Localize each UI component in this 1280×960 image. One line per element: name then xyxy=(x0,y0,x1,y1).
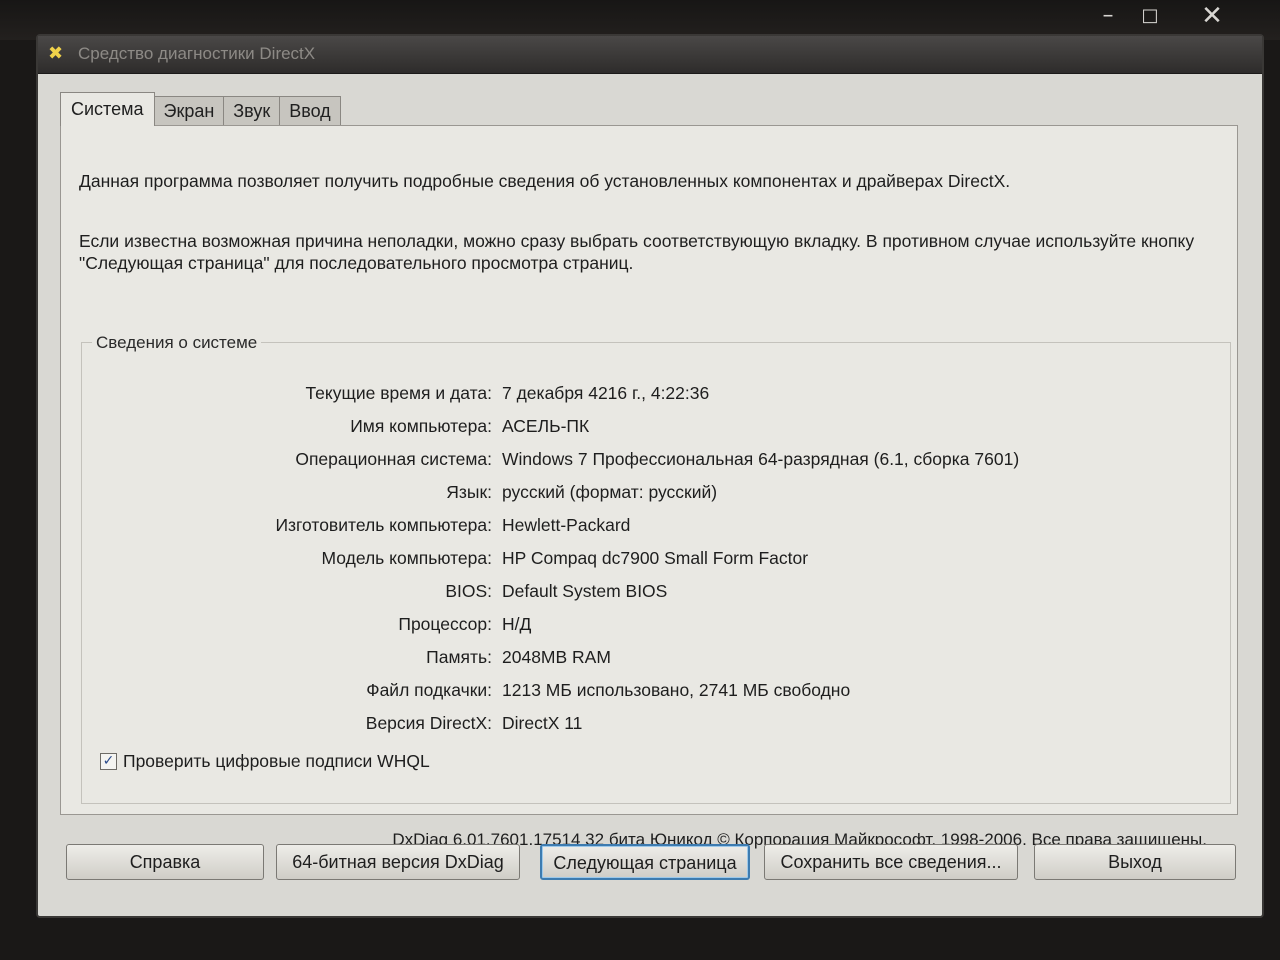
intro-text-2: Если известна возможная причина неполадк… xyxy=(79,231,1195,273)
info-label: Модель компьютера: xyxy=(321,548,492,568)
info-value: Windows 7 Профессиональная 64-разрядная … xyxy=(502,449,1020,469)
info-label: Файл подкачки: xyxy=(366,680,492,700)
info-row-directx-version: Версия DirectX: DirectX 11 xyxy=(82,713,1182,739)
whql-checkbox-row[interactable]: ✓ Проверить цифровые подписи WHQL xyxy=(100,751,430,772)
info-row-language: Язык: русский (формат: русский) xyxy=(82,482,1182,508)
info-row-bios: BIOS: Default System BIOS xyxy=(82,581,1182,607)
info-value: АСЕЛЬ-ПК xyxy=(502,416,590,436)
tab-system[interactable]: Система xyxy=(60,92,155,126)
info-row-pagefile: Файл подкачки: 1213 МБ использовано, 274… xyxy=(82,680,1182,706)
info-label: Язык: xyxy=(446,482,492,502)
window-title: Средство диагностики DirectX xyxy=(78,44,316,63)
info-label: Имя компьютера: xyxy=(350,416,492,436)
info-row-computer-name: Имя компьютера: АСЕЛЬ-ПК xyxy=(82,416,1182,442)
tab-input[interactable]: Ввод xyxy=(279,96,341,126)
dxdiag-window: ✖ Средство диагностики DirectX Система Э… xyxy=(36,34,1264,918)
tab-strip: Система Экран Звук Ввод xyxy=(60,92,341,126)
info-value: Н/Д xyxy=(502,614,532,634)
intro-text-1: Данная программа позволяет получить подр… xyxy=(79,171,1011,191)
directx-icon: ✖ xyxy=(48,43,64,64)
info-value: 7 декабря 4216 г., 4:22:36 xyxy=(502,383,710,403)
info-value: русский (формат: русский) xyxy=(502,482,718,502)
system-info-group: Сведения о системе Текущие время и дата:… xyxy=(81,333,1231,804)
info-label: Память: xyxy=(426,647,492,667)
exit-button[interactable]: Выход xyxy=(1034,844,1236,880)
dxdiag-64bit-button[interactable]: 64-битная версия DxDiag xyxy=(276,844,520,880)
info-row-model: Модель компьютера: HP Compaq dc7900 Smal… xyxy=(82,548,1182,574)
info-value: HP Compaq dc7900 Small Form Factor xyxy=(502,548,809,568)
info-row-datetime: Текущие время и дата: 7 декабря 4216 г.,… xyxy=(82,383,1182,409)
info-value: Hewlett-Packard xyxy=(502,515,631,535)
tab-sound[interactable]: Звук xyxy=(223,96,281,126)
info-value: DirectX 11 xyxy=(502,713,583,733)
tab-display[interactable]: Экран xyxy=(153,96,225,126)
info-label: BIOS: xyxy=(445,581,492,601)
info-label: Процессор: xyxy=(398,614,492,634)
whql-checkbox[interactable]: ✓ xyxy=(100,753,117,770)
system-tab-panel: Данная программа позволяет получить подр… xyxy=(60,125,1238,849)
group-title: Сведения о системе xyxy=(92,333,262,353)
info-value: 2048MB RAM xyxy=(502,647,611,667)
help-button[interactable]: Справка xyxy=(66,844,264,880)
info-row-processor: Процессор: Н/Д xyxy=(82,614,1182,640)
info-row-os: Операционная система: Windows 7 Професси… xyxy=(82,449,1182,475)
close-icon[interactable]: ✕ xyxy=(1192,2,1232,30)
info-label: Версия DirectX: xyxy=(365,713,492,733)
info-label: Изготовитель компьютера: xyxy=(275,515,492,535)
whql-label[interactable]: Проверить цифровые подписи WHQL xyxy=(123,751,430,772)
minimize-icon[interactable]: – xyxy=(1088,2,1128,30)
info-label: Текущие время и дата: xyxy=(305,383,492,403)
title-bar[interactable]: ✖ Средство диагностики DirectX xyxy=(38,36,1262,74)
save-all-info-button[interactable]: Сохранить все сведения... xyxy=(764,844,1018,880)
info-row-manufacturer: Изготовитель компьютера: Hewlett-Packard xyxy=(82,515,1182,541)
info-label: Операционная система: xyxy=(295,449,492,469)
maximize-icon[interactable]: □ xyxy=(1130,2,1170,30)
info-row-memory: Память: 2048MB RAM xyxy=(82,647,1182,673)
info-value: 1213 МБ использовано, 2741 МБ свободно xyxy=(502,680,851,700)
info-value: Default System BIOS xyxy=(502,581,668,601)
next-page-button[interactable]: Следующая страница xyxy=(540,844,750,880)
